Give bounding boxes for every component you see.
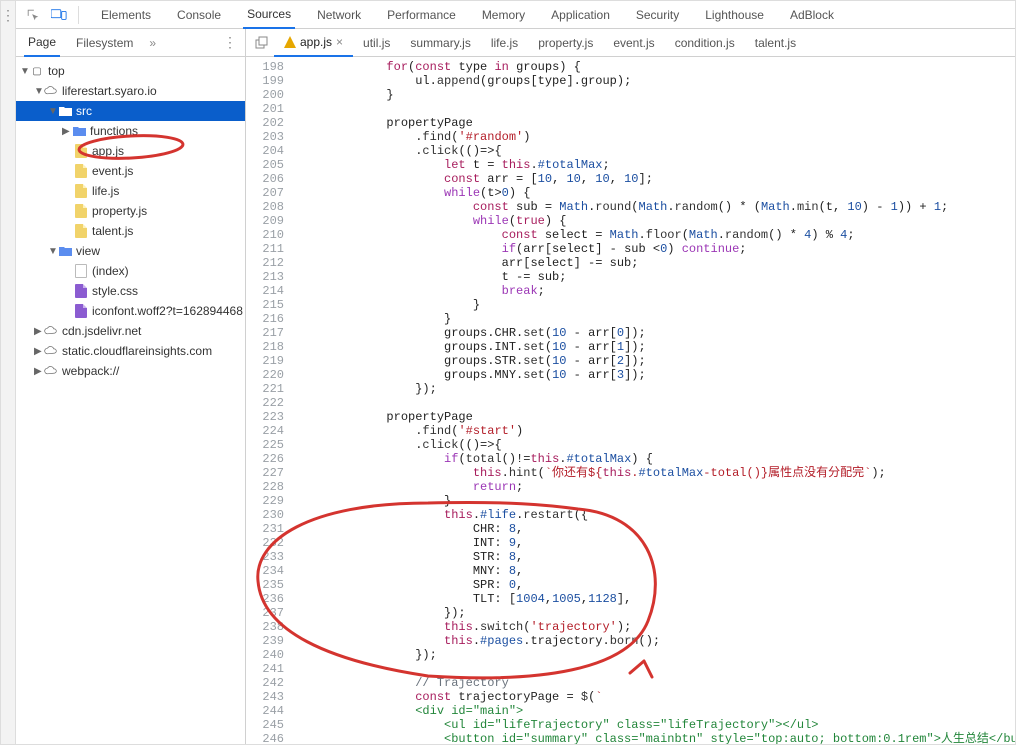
tool-tab-performance[interactable]: Performance [383,1,460,29]
sidebar-menu-icon[interactable] [223,34,237,51]
document-icon [75,264,87,278]
js-file-icon [75,224,87,238]
tree-file-life-js[interactable]: life.js [16,181,245,201]
file-tab-label: util.js [363,36,390,50]
tree-file-talent-js[interactable]: talent.js [16,221,245,241]
tree-view-folder[interactable]: ▼ view [16,241,245,261]
devtools-gutter [1,1,16,744]
separator [78,6,79,24]
tree-label: event.js [92,164,133,178]
cloud-icon [44,326,58,336]
tree-file-event-js[interactable]: event.js [16,161,245,181]
tree-label: talent.js [92,224,133,238]
css-file-icon [75,284,87,298]
folder-icon [58,106,72,117]
tree-label: static.cloudflareinsights.com [62,344,212,358]
tool-tab-elements[interactable]: Elements [97,1,155,29]
tool-tab-adblock[interactable]: AdBlock [786,1,838,29]
file-tab-label: event.js [613,36,654,50]
tool-tab-lighthouse[interactable]: Lighthouse [701,1,768,29]
file-tab-event-js[interactable]: event.js [603,29,664,57]
tree-origin-static-cloudflareinsights-com[interactable]: ▶static.cloudflareinsights.com [16,341,245,361]
tree-label: functions [90,124,138,138]
js-file-icon [75,164,87,178]
file-tab-label: condition.js [675,36,735,50]
tree-top[interactable]: ▼ top [16,61,245,81]
filesystem-subtab[interactable]: Filesystem [72,29,137,57]
file-tab-app-js[interactable]: app.js × [274,29,353,57]
more-chevrons-icon[interactable] [149,36,156,50]
file-tab-label: summary.js [410,36,470,50]
inspect-element-icon[interactable] [22,4,44,26]
folder-icon [58,246,72,257]
tree-origin[interactable]: ▼ liferestart.syaro.io [16,81,245,101]
file-tab-property-js[interactable]: property.js [528,29,603,57]
js-file-icon [75,144,87,158]
cloud-icon [44,86,58,96]
js-file-icon [75,204,87,218]
file-history-icon[interactable] [250,36,274,50]
tool-tab-sources[interactable]: Sources [243,1,295,29]
tree-origin-webpack-[interactable]: ▶webpack:// [16,361,245,381]
cloud-icon [44,346,58,356]
line-gutter: 1981992002012022032042052062072082092102… [246,57,294,744]
file-tree[interactable]: ▼ top ▼ liferestart.syaro.io ▼ sr [16,57,246,744]
js-file-icon [75,184,87,198]
file-tab-label: life.js [491,36,518,50]
file-tab-life-js[interactable]: life.js [481,29,528,57]
tool-tab-memory[interactable]: Memory [478,1,529,29]
tree-label: webpack:// [62,364,119,378]
folder-icon [72,126,86,137]
tree-label: style.css [92,284,138,298]
font-file-icon [75,304,87,318]
warning-icon [284,36,296,48]
file-tab-label: talent.js [755,36,796,50]
tree-label: property.js [92,204,147,218]
tree-src-folder[interactable]: ▼ src [16,101,245,121]
tree-label: liferestart.syaro.io [62,84,157,98]
tree-label: life.js [92,184,119,198]
sources-sidebar-header: Page Filesystem [16,29,246,56]
code-editor[interactable]: 1981992002012022032042052062072082092102… [246,57,1016,744]
tree-file-style-css[interactable]: style.css [16,281,245,301]
tree-label: top [48,64,65,78]
frame-icon [30,66,44,77]
cloud-icon [44,366,58,376]
close-icon[interactable]: × [336,35,343,49]
tree-label: src [76,104,92,118]
tool-tab-application[interactable]: Application [547,1,614,29]
tree-file-property-js[interactable]: property.js [16,201,245,221]
tree-label: view [76,244,100,258]
file-tab-label: property.js [538,36,593,50]
file-tab-talent-js[interactable]: talent.js [745,29,806,57]
tree-file-iconfont-woff2-t-162894468[interactable]: iconfont.woff2?t=162894468 [16,301,245,321]
device-toolbar-icon[interactable] [48,4,70,26]
tree-label: cdn.jsdelivr.net [62,324,141,338]
tree-file-app-js[interactable]: app.js [16,141,245,161]
tree-file--index-[interactable]: (index) [16,261,245,281]
file-tab-condition-js[interactable]: condition.js [665,29,745,57]
file-tab-label: app.js [300,35,332,49]
file-tab-util-js[interactable]: util.js [353,29,400,57]
tool-tab-security[interactable]: Security [632,1,683,29]
page-subtab[interactable]: Page [24,29,60,57]
devtools-toolbar: Elements Console Sources Network Performance… [16,1,1016,29]
tree-label: (index) [92,264,129,278]
tree-functions-folder[interactable]: ▶ functions [16,121,245,141]
tree-label: iconfont.woff2?t=162894468 [92,304,243,318]
code-content[interactable]: for(const type in groups) { ul.append(gr… [294,57,1016,744]
tool-tab-console[interactable]: Console [173,1,225,29]
menu-dots-icon[interactable] [1,7,15,744]
tree-label: app.js [92,144,124,158]
tree-origin-cdn-jsdelivr-net[interactable]: ▶cdn.jsdelivr.net [16,321,245,341]
file-tab-summary-js[interactable]: summary.js [400,29,480,57]
tool-tab-network[interactable]: Network [313,1,365,29]
